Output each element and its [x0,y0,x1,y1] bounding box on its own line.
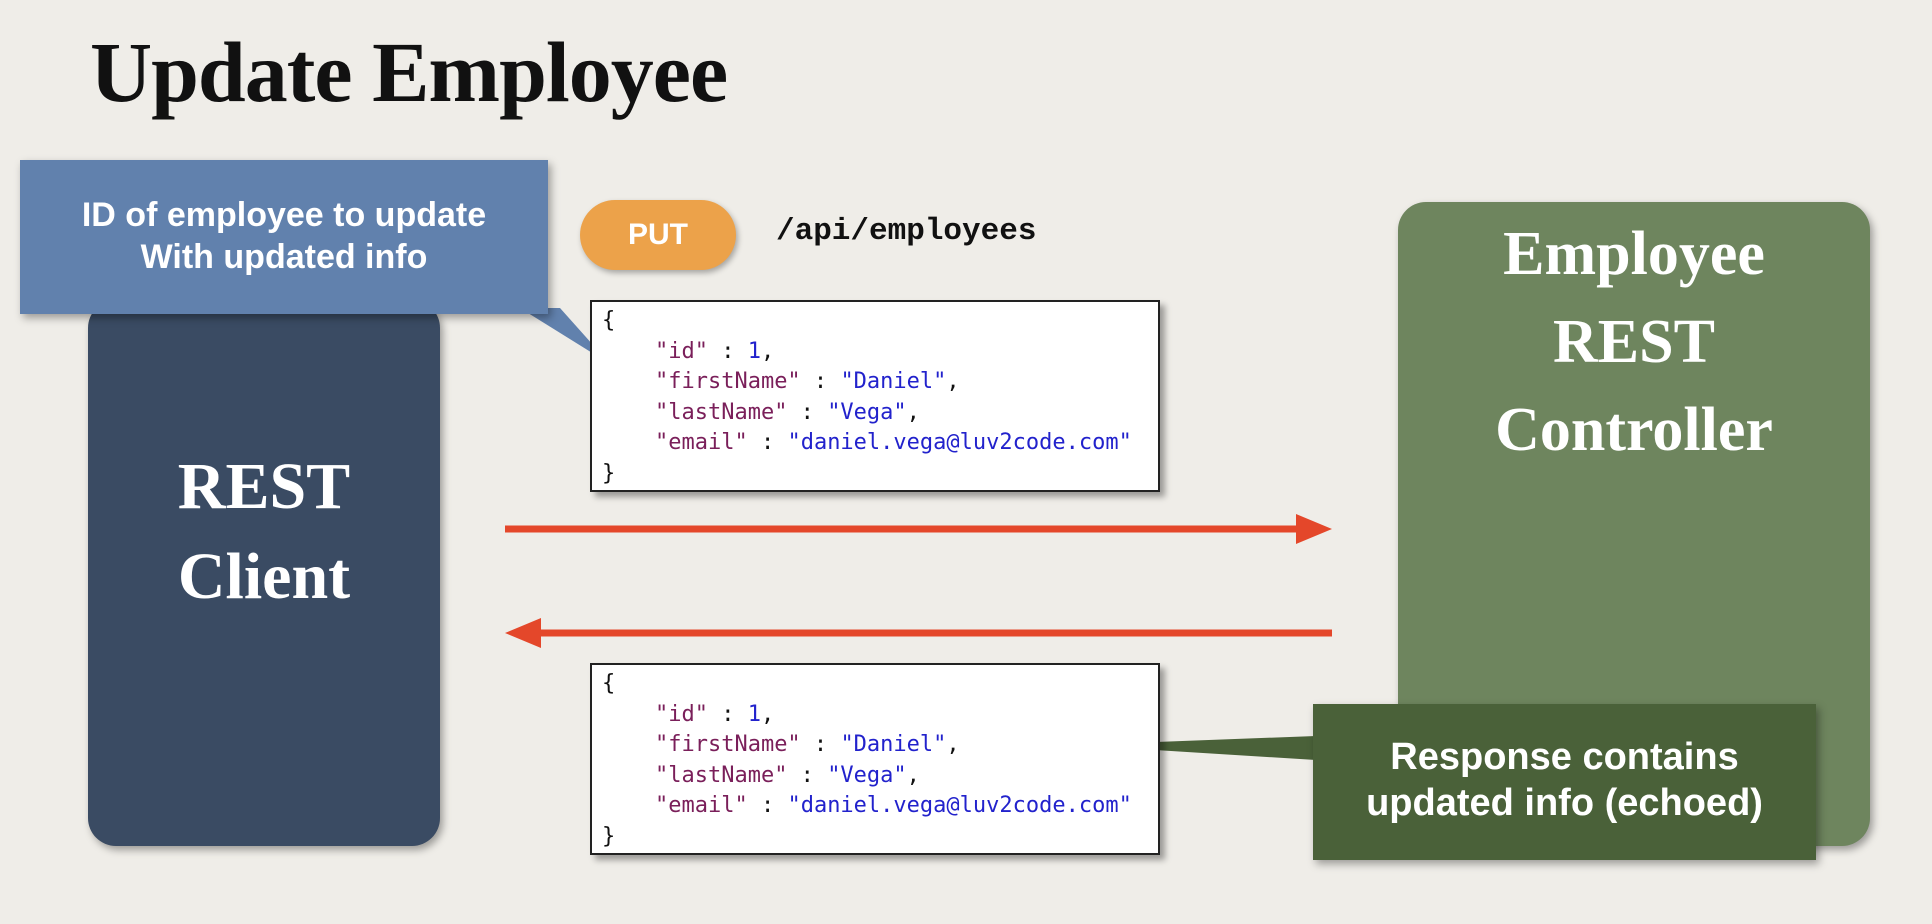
response-callout-line2: updated info (echoed) [1366,782,1763,824]
json-field-email: "email" : "daniel.vega@luv2code.com" [602,791,1148,822]
json-separator: : [800,732,841,757]
json-comma: , [760,701,775,727]
json-close-brace: } [602,823,616,849]
json-value: "Vega" [827,399,907,425]
json-value: "Daniel" [840,369,947,394]
response-callout-line1: Response contains [1390,736,1739,778]
json-comma: , [946,732,960,757]
response-callout: Response contains updated info (echoed) [1313,704,1816,860]
json-field-id: "id" : 1, [602,700,1148,731]
json-value: "daniel.vega@luv2code.com" [787,793,1132,818]
json-comma: , [760,338,775,364]
request-arrowhead [1296,514,1332,544]
json-key: "firstName" [654,369,801,394]
json-field-firstname: "firstName" : "Daniel", [602,367,1148,398]
endpoint-path: /api/employees [776,214,1037,249]
json-open-brace: { [602,308,616,333]
json-value: "daniel.vega@luv2code.com" [787,430,1132,455]
json-value: 1 [747,701,761,727]
json-separator: : [747,793,788,818]
json-field-email: "email" : "daniel.vega@luv2code.com" [602,428,1148,459]
json-field-id: "id" : 1, [602,337,1148,368]
json-separator: : [707,701,748,727]
json-key: "email" [654,793,748,818]
json-separator: : [707,338,748,364]
json-separator: : [787,399,828,425]
json-field-lastname: "lastName" : "Vega", [602,761,1148,792]
json-value: "Daniel" [840,732,947,757]
json-separator: : [787,762,828,788]
json-comma: , [906,762,920,788]
json-comma: , [906,399,920,425]
json-close-brace: } [602,460,616,486]
response-json-body: { "id" : 1, "firstName" : "Daniel", "las… [590,663,1160,855]
json-separator: : [747,430,788,455]
request-callout: ID of employee to update With updated in… [20,160,548,314]
json-comma: , [946,369,960,394]
json-key: "id" [654,701,708,727]
json-key: "firstName" [654,732,801,757]
json-field-firstname: "firstName" : "Daniel", [602,730,1148,761]
http-method-badge: PUT [580,200,736,270]
json-key: "lastName" [654,762,788,788]
request-json-body: { "id" : 1, "firstName" : "Daniel", "las… [590,300,1160,492]
request-callout-line1: ID of employee to update [81,196,487,234]
response-arrowhead [505,618,541,648]
json-field-lastname: "lastName" : "Vega", [602,398,1148,429]
json-key: "email" [654,430,748,455]
json-separator: : [800,369,841,394]
json-value: "Vega" [827,762,907,788]
json-key: "lastName" [654,399,788,425]
json-value: 1 [747,338,761,364]
json-key: "id" [654,338,708,364]
request-callout-line2: With updated info [140,238,428,276]
json-open-brace: { [602,671,616,696]
